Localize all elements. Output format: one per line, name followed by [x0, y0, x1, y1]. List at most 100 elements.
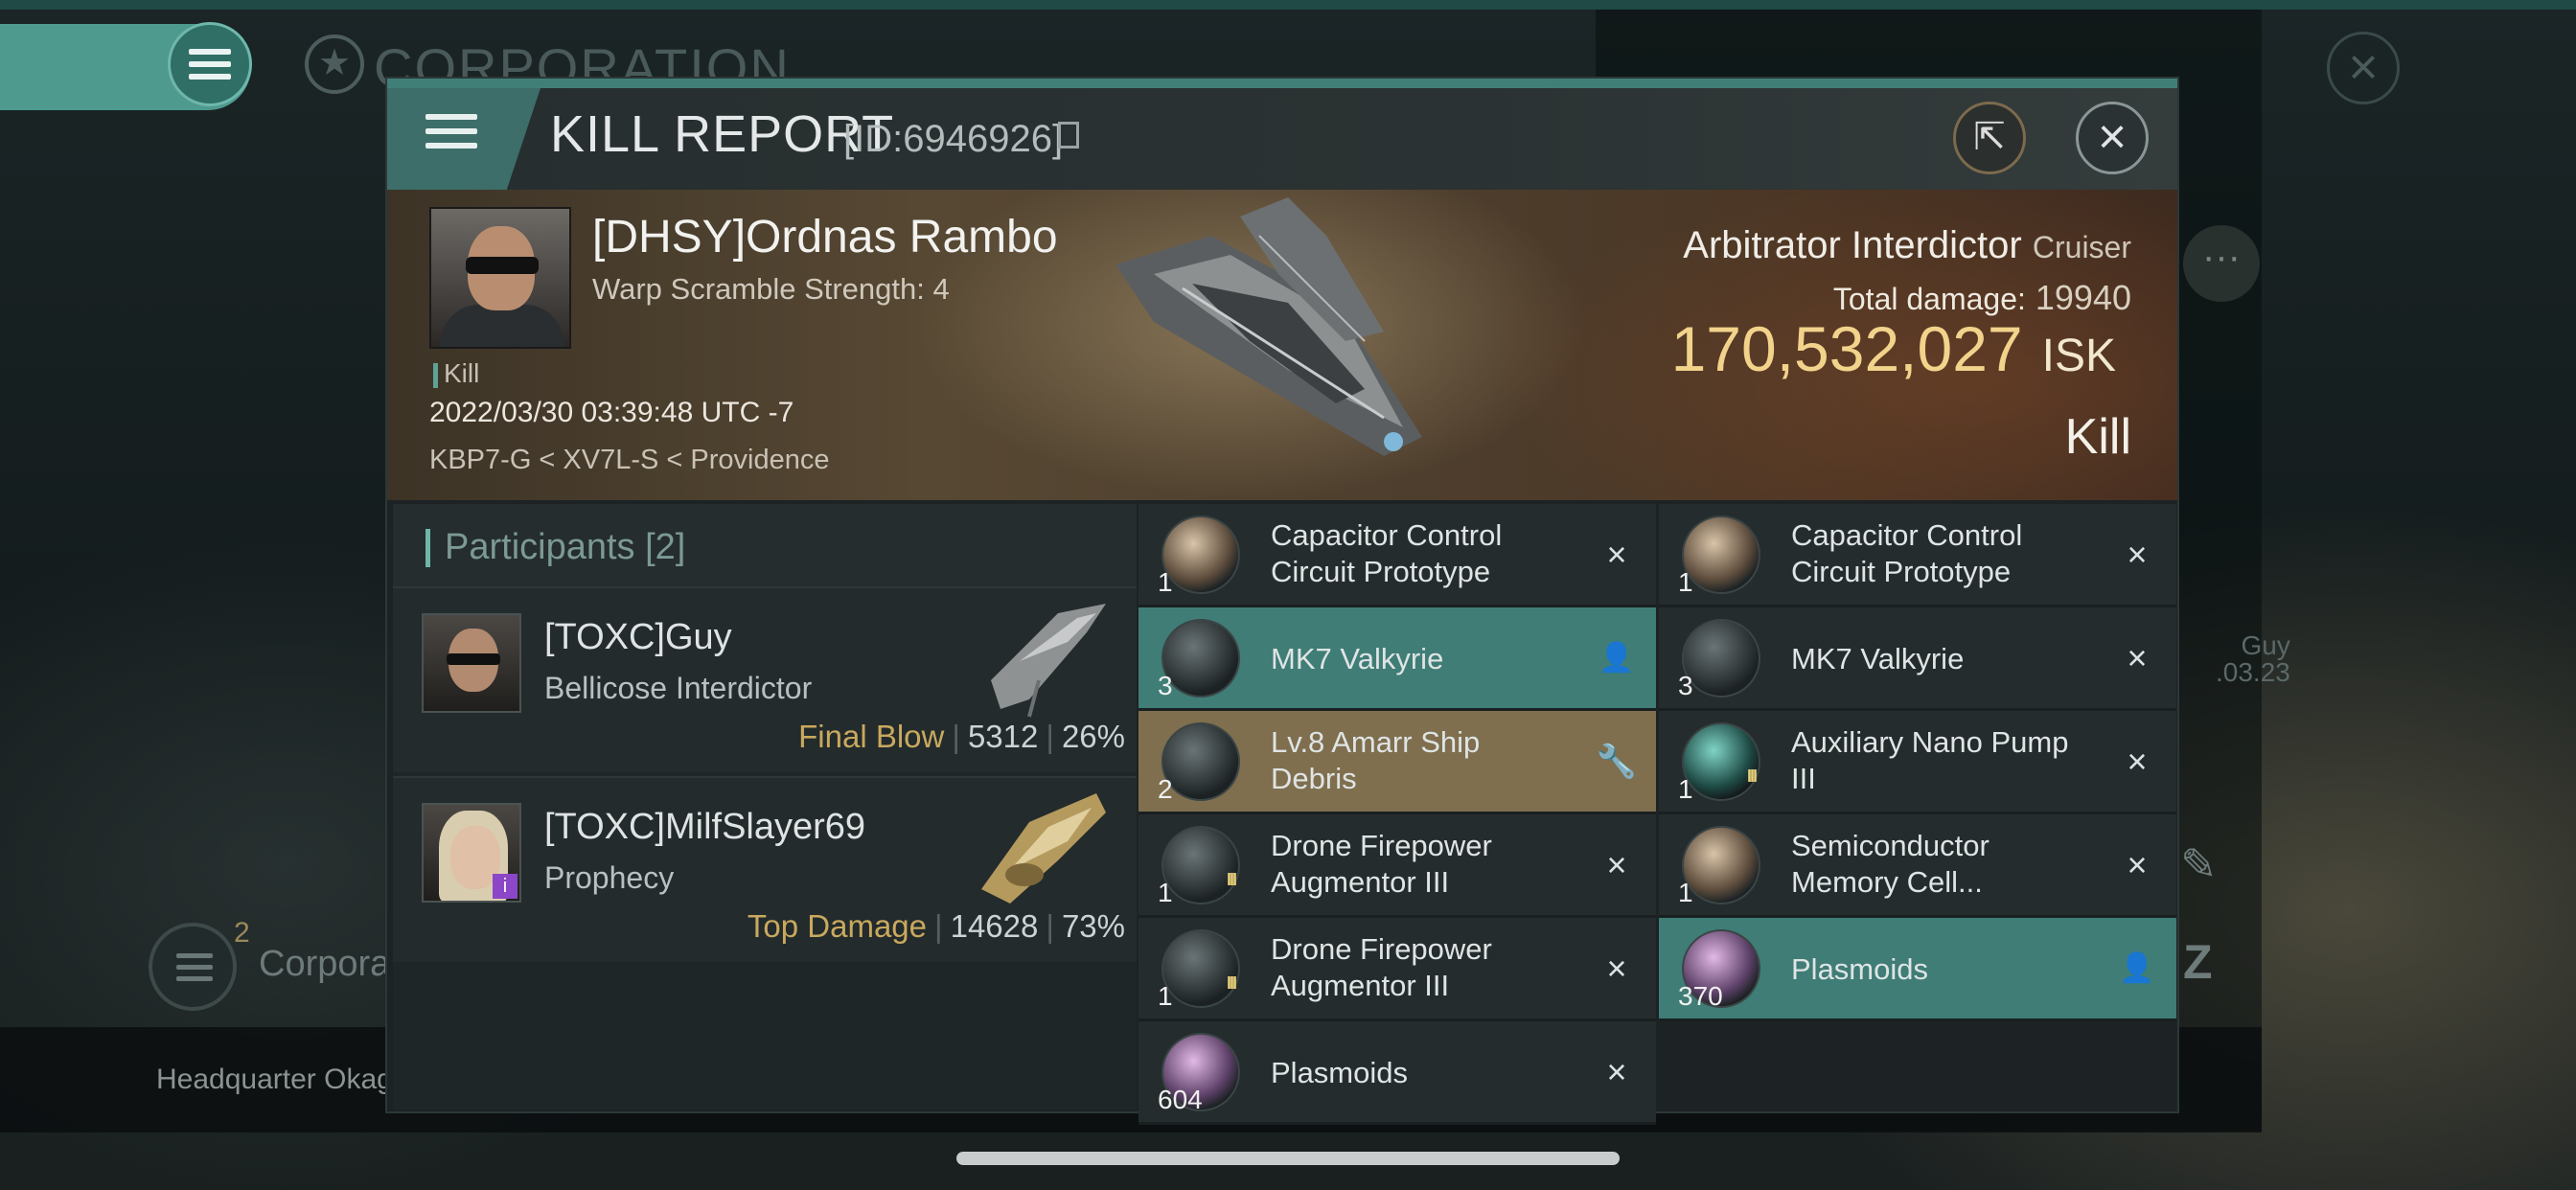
ship-name-text: Arbitrator Interdictor [1683, 224, 2022, 266]
participant-role: Final Blow [798, 719, 945, 754]
participant-row[interactable]: i [TOXC]MilfSlayer69 Prophecy Top Damage… [393, 776, 1137, 962]
item-name: MK7 Valkyrie [1271, 642, 1444, 675]
victim-ship-name[interactable]: Arbitrator Interdictor Cruiser [1683, 224, 2131, 267]
item-name: Semiconductor Memory Cell... [1791, 829, 1990, 899]
victim-ship-image[interactable] [1096, 197, 1460, 485]
victim-portrait[interactable] [429, 207, 571, 349]
drone-augmentor-icon [1162, 826, 1240, 904]
kill-tag-label: Kill [444, 358, 480, 388]
item-name: Plasmoids [1791, 952, 1928, 986]
sleep-settings-icon[interactable]: Z [2183, 934, 2213, 990]
tier-badge: III [1227, 973, 1237, 993]
item-row[interactable]: 2 Lv.8 Amarr Ship Debris 🔧 [1138, 711, 1656, 814]
total-damage-value: 19940 [2035, 278, 2131, 317]
corporation-bottom-label: Corpora [259, 944, 391, 984]
item-row[interactable]: 3 MK7 Valkyrie × [1659, 607, 2176, 711]
participant-row[interactable]: [TOXC]Guy Bellicose Interdictor Final Bl… [393, 586, 1137, 772]
isk-amount: 170,532,027 [1670, 313, 2023, 384]
item-row[interactable]: III 1 Drone Firepower Augmentor III × [1138, 814, 1656, 918]
item-quantity: 1 [1678, 567, 1693, 597]
background-member-name: Guy [2241, 630, 2290, 660]
item-row[interactable]: III 1 Auxiliary Nano Pump III × [1659, 711, 2176, 814]
item-quantity: 1 [1158, 878, 1173, 907]
corporation-star-icon: ★ [305, 34, 364, 94]
destroyed-x-icon: × [2127, 638, 2148, 677]
item-quantity: 370 [1678, 981, 1723, 1011]
item-name: Plasmoids [1271, 1056, 1408, 1089]
participant-ship: Prophecy [544, 860, 675, 895]
item-name: Auxiliary Nano Pump III [1791, 725, 2069, 795]
tier-badge: III [1747, 767, 1758, 786]
destroyed-x-icon: × [1606, 949, 1627, 988]
corporation-list-button[interactable] [149, 923, 237, 1011]
victim-banner: [DHSY]Ordnas Rambo Warp Scramble Strengt… [387, 190, 2177, 500]
destroyed-x-icon: × [1606, 845, 1627, 884]
item-row[interactable]: 604 Plasmoids × [1138, 1021, 1656, 1125]
window-top-accent [387, 79, 2177, 88]
salvage-wrench-icon: 🔧 [1596, 744, 1638, 780]
item-quantity: 3 [1678, 671, 1693, 700]
list-icon [176, 953, 213, 988]
drone-icon [1162, 619, 1240, 698]
item-quantity: 3 [1158, 671, 1173, 700]
participant-ship: Bellicose Interdictor [544, 671, 813, 705]
participant-avatar[interactable]: i [422, 803, 521, 903]
main-menu-button[interactable] [168, 22, 252, 106]
destroyed-x-icon: × [1606, 1052, 1627, 1091]
item-quantity: 604 [1158, 1085, 1203, 1114]
background-close-icon[interactable]: × [2327, 32, 2400, 104]
item-name: Capacitor Control Circuit Prototype [1791, 518, 2023, 588]
home-indicator[interactable] [956, 1152, 1620, 1165]
info-badge-icon: i [493, 874, 518, 899]
item-quantity: 1 [1158, 981, 1173, 1011]
ship-class: Cruiser [2032, 230, 2131, 264]
drone-augmentor-icon [1162, 929, 1240, 1008]
copy-icon[interactable] [1058, 122, 1079, 149]
item-quantity: 1 [1678, 774, 1693, 804]
participant-stats: Top Damage | 14628 | 73% [747, 908, 1125, 944]
victim-subtitle: Warp Scramble Strength: 4 [592, 272, 950, 306]
kill-result: Kill [2064, 409, 2131, 465]
kill-datetime: 2022/03/30 03:39:48 UTC -7 [429, 397, 794, 428]
kill-location[interactable]: KBP7-G < XV7L-S < Providence [429, 445, 830, 476]
participant-ship-image [991, 604, 1106, 718]
background-member-entry: Guy .03.23 [2216, 632, 2290, 686]
item-name: MK7 Valkyrie [1791, 642, 1965, 675]
background-top-line [0, 0, 2576, 10]
isk-unit: ISK [2041, 331, 2116, 381]
item-row[interactable]: 3 MK7 Valkyrie 👤 [1138, 607, 1656, 711]
nano-pump-icon [1682, 722, 1760, 801]
destroyed-x-icon: × [2127, 845, 2148, 884]
corporation-count: 2 [234, 917, 250, 949]
item-name: Capacitor Control Circuit Prototype [1271, 518, 1503, 588]
debris-icon [1162, 722, 1240, 801]
edit-icon[interactable]: ✎ [2180, 838, 2218, 890]
dropped-person-icon: 👤 [2119, 952, 2155, 984]
item-row[interactable]: III 1 Drone Firepower Augmentor III × [1138, 918, 1656, 1021]
victim-name[interactable]: [DHSY]Ordnas Rambo [592, 211, 1058, 263]
tier-badge: III [1227, 870, 1237, 889]
participants-panel: Participants [2] [TOXC]Guy Bellicose Int… [393, 504, 1137, 1110]
item-row[interactable]: 370 Plasmoids 👤 [1659, 918, 2176, 1021]
total-damage-label: Total damage: [1832, 282, 2026, 316]
item-row[interactable]: 1 Capacitor Control Circuit Prototype × [1138, 504, 1656, 607]
item-row[interactable]: 1 Semiconductor Memory Cell... × [1659, 814, 2176, 918]
participant-percent: 73% [1061, 908, 1125, 944]
kill-id: [ID:6946926] [843, 118, 1064, 160]
item-name: Drone Firepower Augmentor III [1271, 932, 1492, 1002]
participant-avatar[interactable] [422, 613, 521, 713]
participant-name: [TOXC]MilfSlayer69 [544, 807, 866, 847]
item-name: Drone Firepower Augmentor III [1271, 829, 1492, 899]
share-export-icon[interactable]: ⇱ [1953, 102, 2026, 174]
capacitor-icon [1162, 515, 1240, 594]
hamburger-icon [426, 114, 477, 157]
close-button[interactable]: × [2076, 102, 2149, 174]
more-options-icon[interactable]: ··· [2183, 225, 2260, 302]
participant-stats: Final Blow | 5312 | 26% [798, 719, 1125, 754]
hamburger-icon [189, 49, 231, 80]
participant-name: [TOXC]Guy [544, 617, 732, 657]
item-row[interactable]: 1 Capacitor Control Circuit Prototype × [1659, 504, 2176, 607]
participant-damage: 14628 [950, 908, 1039, 944]
memory-cell-icon [1682, 826, 1760, 904]
destroyed-x-icon: × [2127, 535, 2148, 574]
